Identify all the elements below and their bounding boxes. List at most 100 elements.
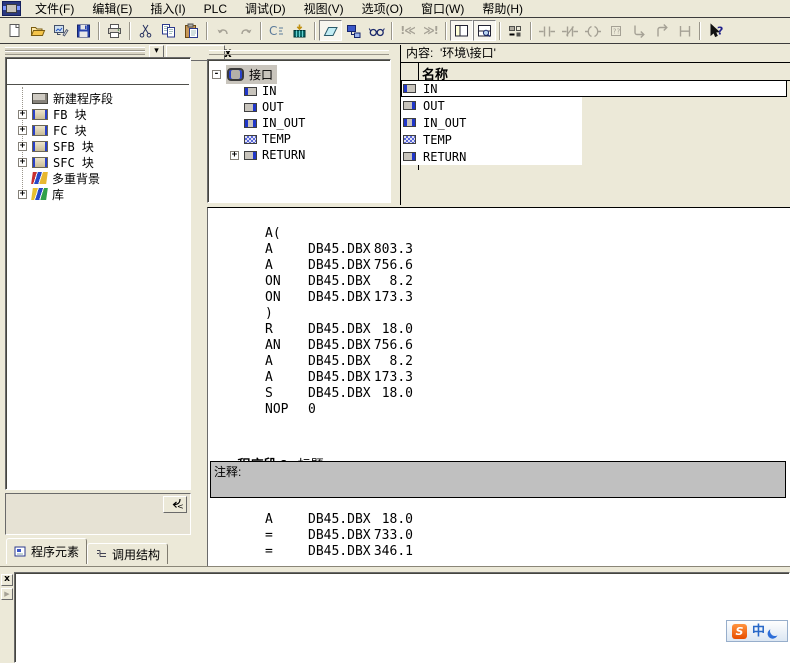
help-select-button[interactable]: ?	[704, 20, 727, 41]
toolbar-separator	[129, 22, 131, 40]
cut-button[interactable]	[134, 20, 157, 41]
expand-box[interactable]: +	[18, 158, 27, 167]
block-window-icon[interactable]	[2, 1, 21, 16]
variable-row[interactable]: IN	[401, 80, 787, 97]
new-file-button[interactable]	[3, 20, 26, 41]
menu-item[interactable]: 选项(O)	[353, 1, 412, 17]
overview-toggle-button[interactable]	[319, 20, 342, 41]
interface-child-row[interactable]: + RETURN	[208, 147, 390, 163]
download-button[interactable]	[288, 20, 311, 41]
code-line: R DB45.DBX 18.0	[208, 322, 790, 338]
ime-toolbar[interactable]: S 中	[726, 620, 788, 642]
undo-button[interactable]	[211, 20, 234, 41]
expand-box[interactable]: +	[230, 151, 239, 160]
network2-comment-box[interactable]: 注释:	[210, 461, 786, 498]
tree-item[interactable]: + SFB 块	[6, 138, 190, 154]
tree-item[interactable]: 新建程序段	[6, 90, 190, 106]
interface-child-row[interactable]: IN	[208, 83, 390, 99]
interface-child-row[interactable]: IN_OUT	[208, 115, 390, 131]
interface-child-label: OUT	[262, 100, 284, 114]
view-detail-icon	[476, 23, 494, 39]
menu-item[interactable]: 视图(V)	[295, 1, 353, 17]
bit-address	[373, 226, 413, 242]
variable-row[interactable]: IN_OUT	[401, 114, 582, 131]
jump-to-source-button[interactable]: <	[163, 496, 187, 513]
tree-item[interactable]: + FB 块	[6, 106, 190, 122]
print-button[interactable]	[103, 20, 126, 41]
variable-row[interactable]: RETURN	[401, 148, 582, 165]
tree-item-icon	[32, 125, 48, 136]
tree-item-label: SFB 块	[53, 138, 94, 155]
redo-button[interactable]	[234, 20, 257, 41]
expand-box[interactable]: +	[18, 126, 27, 135]
sogou-logo-icon[interactable]: S	[732, 624, 747, 639]
new-network-button[interactable]	[504, 20, 527, 41]
monitor-button[interactable]	[365, 20, 388, 41]
close-branch-button[interactable]	[650, 20, 673, 41]
bit-address: 803.3	[373, 242, 413, 258]
view-split-button[interactable]	[450, 20, 473, 41]
open-branch-button[interactable]	[627, 20, 650, 41]
rung-button[interactable]	[673, 20, 696, 41]
program-elements-tree[interactable]: 新建程序段 + FB 块 + FC 块 + SFB 块 + SFC 块	[5, 57, 191, 490]
tab-call-structure[interactable]: 调用结构	[87, 543, 168, 564]
svg-text:?: ?	[717, 24, 723, 37]
variable-row[interactable]: OUT	[401, 97, 582, 114]
panel-grip[interactable]	[5, 47, 145, 55]
ime-language-indicator[interactable]: 中	[752, 621, 765, 641]
output-close-button[interactable]	[1, 574, 13, 586]
symbol-info-button[interactable]	[342, 20, 365, 41]
variable-row-icon	[403, 118, 416, 127]
view-detail-button[interactable]	[473, 20, 496, 41]
bit-address: 733.0	[373, 528, 413, 544]
tree-item[interactable]: + SFC 块	[6, 154, 190, 170]
paste-button[interactable]	[180, 20, 203, 41]
save-button[interactable]	[72, 20, 95, 41]
interface-tree-pane[interactable]: 接口 IN OUT IN_OUT TEMP + RE	[207, 59, 391, 203]
stl-code-editor[interactable]: A( A DB45.DBX 803.3 A DB45.DBX 756.6 ON …	[207, 207, 790, 566]
interface-icon	[227, 68, 244, 81]
interface-child-row[interactable]: OUT	[208, 99, 390, 115]
expand-box[interactable]: +	[18, 142, 27, 151]
operator: S	[265, 386, 308, 402]
tree-item[interactable]: + FC 块	[6, 122, 190, 138]
operator: A	[265, 370, 308, 386]
tab-program-elements[interactable]: 程序元素	[6, 538, 87, 564]
menu-item[interactable]: PLC	[195, 1, 236, 17]
expand-box[interactable]: +	[18, 190, 27, 199]
tree-item[interactable]: + 库	[6, 186, 190, 202]
menu-item[interactable]: 编辑(E)	[83, 1, 141, 17]
menu-item[interactable]: 文件(F)	[26, 1, 83, 17]
interface-root-row[interactable]: 接口	[212, 66, 390, 83]
goto-button[interactable]: C	[265, 20, 288, 41]
output-next-button[interactable]	[1, 588, 13, 600]
tree-item[interactable]: 多重背景	[6, 170, 190, 186]
prev-error-button[interactable]: !≪	[396, 20, 419, 41]
menu-item[interactable]: 帮助(H)	[473, 1, 532, 17]
collapse-box[interactable]	[212, 70, 221, 79]
code-line: A DB45.DBX 8.2	[208, 354, 790, 370]
copy-button[interactable]	[157, 20, 180, 41]
interface-child-row[interactable]: TEMP	[208, 131, 390, 147]
online-button[interactable]	[49, 20, 72, 41]
menu-item[interactable]: 窗口(W)	[412, 1, 473, 17]
tree-item-icon	[32, 109, 48, 120]
coil-button[interactable]	[581, 20, 604, 41]
nc-contact-button[interactable]	[558, 20, 581, 41]
next-error-button[interactable]: ≫!	[419, 20, 442, 41]
declaration-icon	[244, 135, 257, 144]
menu-item[interactable]: 插入(I)	[141, 1, 194, 17]
empty-box-button[interactable]: ??	[604, 20, 627, 41]
output-content[interactable]	[14, 572, 790, 663]
svg-text:C: C	[269, 24, 277, 38]
open-button[interactable]	[26, 20, 49, 41]
variable-row[interactable]: TEMP	[401, 131, 582, 148]
variable-row-icon	[403, 152, 416, 161]
moon-icon[interactable]	[769, 625, 781, 637]
expand-box[interactable]: +	[18, 110, 27, 119]
operator: A	[265, 242, 308, 258]
no-contact-button[interactable]	[535, 20, 558, 41]
no-contact-icon	[538, 23, 556, 39]
menu-item[interactable]: 调试(D)	[236, 1, 295, 17]
new-file-icon	[6, 23, 24, 39]
